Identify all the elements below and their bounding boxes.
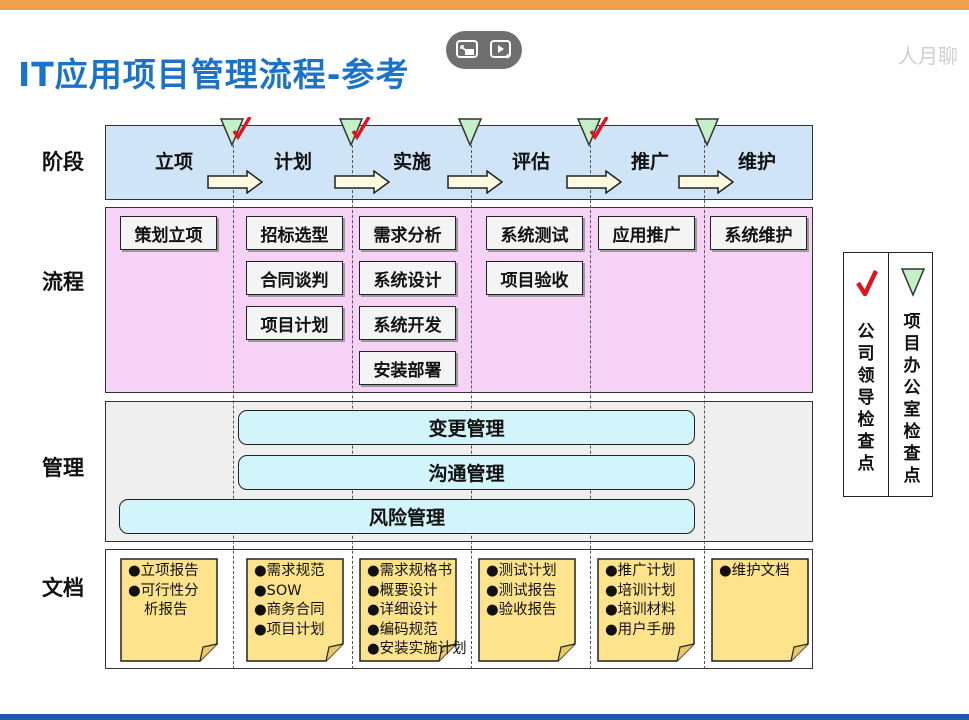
document-note: ●测试计划 ●测试报告 ●验收报告 <box>478 558 576 662</box>
document-item: ●推广计划 <box>605 563 676 579</box>
document-item: ●维护文档 <box>719 563 790 579</box>
document-item: ●测试计划 <box>486 563 557 579</box>
stage-name: 计划 <box>274 151 313 173</box>
document-item: ●SOW <box>254 582 302 599</box>
stage-arrow-icon <box>207 170 263 194</box>
document-item: ●需求规格书 <box>367 563 453 579</box>
document-note: ●需求规格书 ●概要设计 ●详细设计 ●编码规范 ●安装实施计划 <box>359 558 467 662</box>
flow-step: 系统设计 <box>359 261 456 295</box>
row-label-flow: 流程 <box>42 270 84 294</box>
management-bar-risk: 风险管理 <box>119 499 695 534</box>
stage-arrow-icon <box>678 170 734 194</box>
flow-step: 系统测试 <box>486 216 583 250</box>
stage-arrow-icon <box>334 170 390 194</box>
legend-divider <box>888 253 889 496</box>
stage-arrow-icon <box>447 170 503 194</box>
flow-step: 项目验收 <box>486 261 583 295</box>
document-item: ●验收报告 <box>486 602 557 618</box>
document-item: ●项目计划 <box>254 621 325 638</box>
document-item: ●测试报告 <box>486 582 557 599</box>
document-item: ●立项报告 <box>128 563 199 579</box>
triangle-check-marker-icon <box>219 117 252 147</box>
column-divider <box>233 125 234 669</box>
management-bar-change: 变更管理 <box>238 410 695 445</box>
flow-step: 应用推广 <box>598 216 695 250</box>
triangle-icon <box>900 268 926 297</box>
document-note: ●立项报告 ●可行性分 析报告 <box>120 558 218 662</box>
flow-step: 系统维护 <box>710 216 807 250</box>
document-item: ●培训材料 <box>605 602 676 618</box>
bottom-accent-strip <box>0 714 969 720</box>
watermark: 人月聊 <box>898 44 958 68</box>
triangle-marker-icon <box>457 118 483 147</box>
flow-step: 系统开发 <box>359 306 456 340</box>
document-item: ●详细设计 <box>367 602 438 618</box>
column-divider <box>352 125 353 669</box>
triangle-check-marker-icon <box>576 117 609 147</box>
media-controls <box>446 31 522 69</box>
legend-label-leader-checkpoint: 公司领导检查点 <box>857 322 875 474</box>
triangle-marker-icon <box>694 118 720 147</box>
page-title: IT应用项目管理流程-参考 <box>18 55 410 94</box>
flow-step: 需求分析 <box>359 216 456 250</box>
picture-in-picture-icon[interactable] <box>455 39 479 61</box>
document-item: 析报告 <box>144 602 188 618</box>
legend-label-pmo-checkpoint: 项目办公室检查点 <box>903 312 921 486</box>
document-item: ●概要设计 <box>367 582 438 599</box>
stage-name: 维护 <box>738 151 777 173</box>
document-item: ●用户手册 <box>605 621 676 638</box>
management-bar-communication: 沟通管理 <box>238 455 695 490</box>
column-divider <box>471 125 472 669</box>
row-label-stage: 阶段 <box>42 150 84 174</box>
column-divider <box>704 125 705 669</box>
stage-arrow-icon <box>566 170 622 194</box>
document-item: ●需求规范 <box>254 563 325 579</box>
document-item: ●可行性分 <box>128 582 199 599</box>
stage-name: 推广 <box>631 151 670 173</box>
row-label-management: 管理 <box>42 456 84 480</box>
flow-step: 策划立项 <box>120 216 217 250</box>
row-label-documents: 文档 <box>42 576 84 600</box>
document-item: ●商务合同 <box>254 602 325 618</box>
legend: 公司领导检查点 项目办公室检查点 <box>843 252 933 497</box>
document-note: ●维护文档 <box>711 558 809 662</box>
document-item: ●安装实施计划 <box>367 641 467 657</box>
triangle-check-marker-icon <box>338 117 371 147</box>
stage-name: 实施 <box>393 151 432 173</box>
flow-step: 招标选型 <box>246 216 343 250</box>
flow-step: 合同谈判 <box>246 261 343 295</box>
stage-name: 评估 <box>512 151 551 173</box>
document-note: ●推广计划 ●培训计划 ●培训材料 ●用户手册 <box>597 558 695 662</box>
stage-name: 立项 <box>155 151 194 173</box>
top-accent-strip <box>0 0 969 10</box>
column-divider <box>590 125 591 669</box>
flow-step: 项目计划 <box>246 306 343 340</box>
document-note: ●需求规范 ●SOW ●商务合同 ●项目计划 <box>246 558 344 662</box>
flow-step: 安装部署 <box>359 351 456 385</box>
document-item: ●编码规范 <box>367 621 438 638</box>
smart-video-icon[interactable] <box>489 39 513 61</box>
document-item: ●培训计划 <box>605 582 676 599</box>
red-check-icon <box>856 270 878 297</box>
